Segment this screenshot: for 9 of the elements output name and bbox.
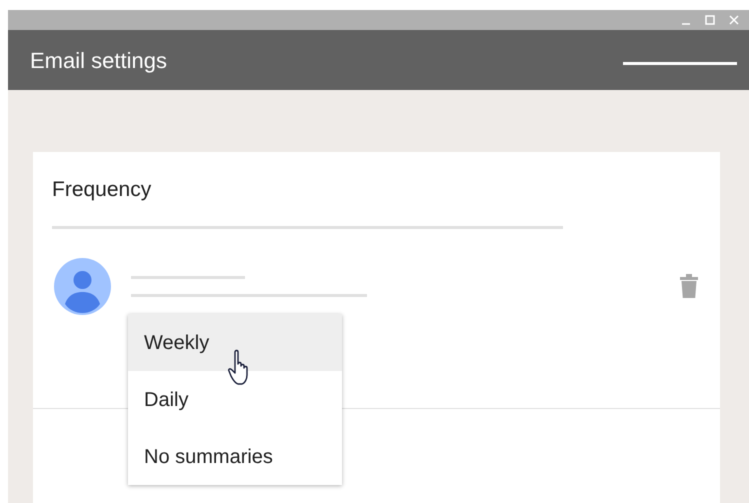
avatar-icon: [54, 258, 111, 314]
maximize-icon[interactable]: [705, 15, 715, 25]
window-title: Email settings: [30, 46, 167, 75]
trash-icon[interactable]: [680, 274, 698, 298]
close-icon[interactable]: [729, 15, 739, 25]
menu-item[interactable]: No summaries: [128, 428, 342, 485]
menu-item[interactable]: Daily: [128, 371, 342, 428]
card-heading: Frequency: [52, 177, 152, 203]
menu-item[interactable]: Weekly: [128, 314, 342, 371]
